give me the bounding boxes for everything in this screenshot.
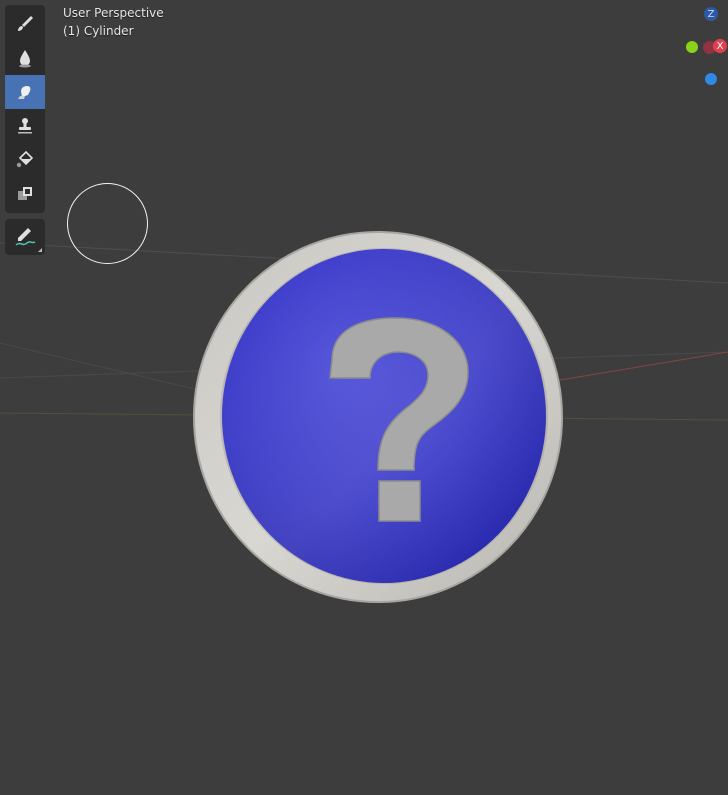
active-object-label: (1) Cylinder: [63, 24, 134, 38]
viewport-scene[interactable]: [0, 0, 728, 795]
tool-smear-button[interactable]: [5, 75, 45, 109]
stamp-icon: [18, 118, 32, 134]
brush-icon: [18, 16, 33, 31]
tool-annotate-button[interactable]: [5, 219, 45, 255]
tool-shelf: [5, 5, 45, 213]
gizmo-neg-z-axis[interactable]: [705, 73, 717, 85]
gizmo-z-axis[interactable]: Z: [704, 7, 718, 21]
tool-fill-button[interactable]: [5, 143, 45, 177]
smear-hand-icon: [18, 86, 31, 99]
mask-icon: [18, 187, 32, 200]
3d-viewport[interactable]: User Perspective (1) Cylinder Z X: [0, 0, 728, 795]
question-mark-coin[interactable]: [193, 231, 563, 603]
tool-draw-button[interactable]: [5, 7, 45, 41]
tool-blur-button[interactable]: [5, 41, 45, 75]
tool-options-corner-icon: [38, 248, 42, 252]
view-name-label: User Perspective: [63, 6, 164, 20]
tool-clone-button[interactable]: [5, 109, 45, 143]
paint-bucket-icon: [16, 150, 34, 168]
annotate-pen-icon: [15, 228, 36, 246]
navigation-gizmo[interactable]: Z X: [668, 0, 728, 100]
gizmo-x-axis[interactable]: X: [713, 39, 727, 53]
droplet-icon: [19, 50, 31, 68]
gizmo-y-axis[interactable]: [686, 41, 698, 53]
tool-mask-button[interactable]: [5, 177, 45, 211]
brush-radius-cursor: [67, 183, 148, 264]
